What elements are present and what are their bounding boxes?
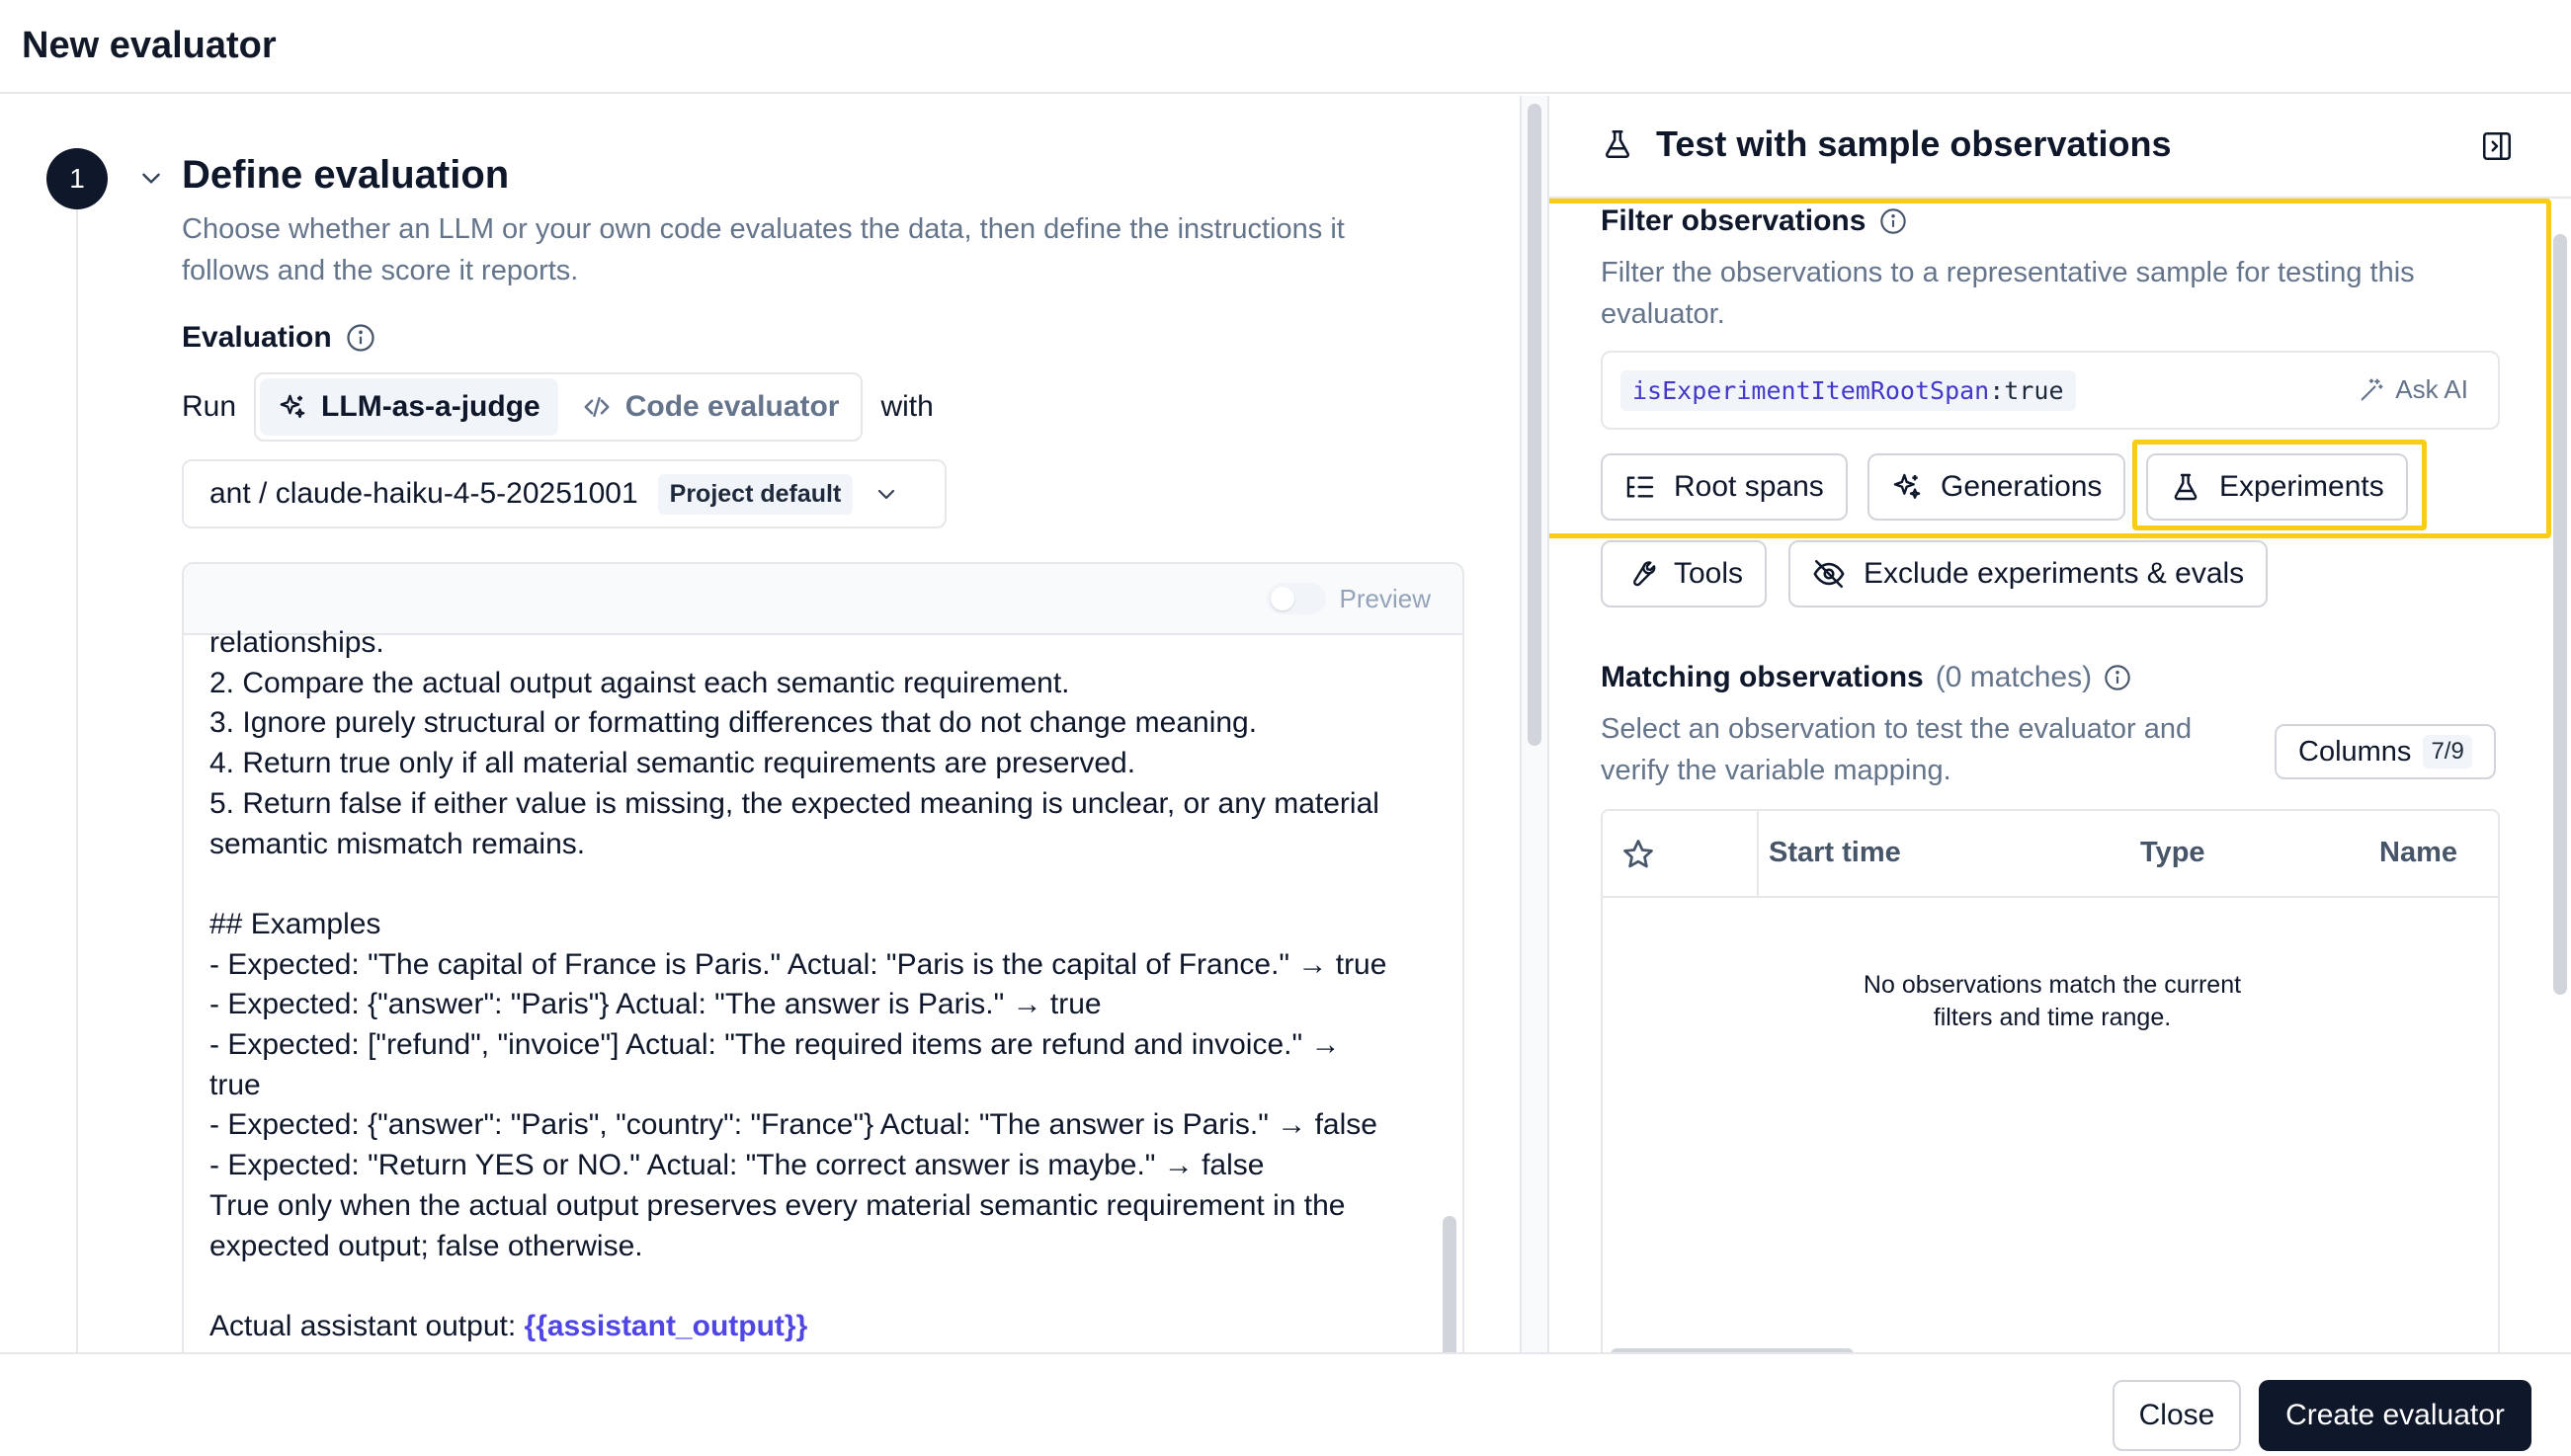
matching-description: Select an observation to test the evalua… <box>1601 713 2193 786</box>
evaluator-type-toggle: LLM-as-a-judge Code evaluator <box>254 372 864 442</box>
filter-title-text: Filter observations <box>1601 204 1866 237</box>
run-row: Run LLM-as-a-judge Code evaluator with <box>182 372 934 442</box>
column-divider <box>1757 811 1759 898</box>
generations-filter-button[interactable]: Generations <box>1867 453 2126 521</box>
tools-label: Tools <box>1674 557 1744 590</box>
flask-icon <box>1601 127 1634 161</box>
editor-scrollbar[interactable] <box>1443 1216 1456 1352</box>
tools-filter-button[interactable]: Tools <box>1601 540 1768 607</box>
sparkles-icon <box>278 392 307 422</box>
columns-label: Columns <box>2298 735 2412 768</box>
test-panel-header: Test with sample observations <box>1601 123 2171 165</box>
list-tree-icon <box>1624 471 1656 503</box>
with-label: with <box>880 390 934 423</box>
star-icon[interactable] <box>1620 837 1656 872</box>
flask-icon <box>2170 471 2201 503</box>
step-number-badge: 1 <box>46 148 108 209</box>
model-value: ant / claude-haiku-4-5-20251001 <box>209 477 638 510</box>
filter-description: Filter the observations to a representat… <box>1601 257 2415 330</box>
header-divider <box>1549 197 2571 199</box>
code-icon <box>582 392 612 422</box>
model-select[interactable]: ant / claude-haiku-4-5-20251001 Project … <box>182 459 947 528</box>
right-pane-scrollbar[interactable] <box>2553 234 2567 995</box>
evaluation-label-text: Evaluation <box>182 321 332 354</box>
empty-state: No observations match the current filter… <box>1603 969 2498 1034</box>
code-evaluator-button[interactable]: Code evaluator <box>564 378 858 436</box>
empty-state-line-1: No observations match the current <box>1863 971 2242 999</box>
matching-title-text: Matching observations <box>1601 661 1924 693</box>
info-icon[interactable] <box>346 323 375 353</box>
section-description: Choose whether an LLM or your own code e… <box>182 213 1345 286</box>
chevron-down-icon[interactable] <box>138 165 164 191</box>
magic-wand-icon <box>2358 376 2385 404</box>
info-icon[interactable] <box>1879 207 1907 235</box>
column-header-name[interactable]: Name <box>2379 837 2457 869</box>
code-evaluator-label: Code evaluator <box>624 390 840 423</box>
observations-table: Start time Type Name No observations mat… <box>1601 809 2500 1352</box>
preview-label: Preview <box>1339 583 1431 613</box>
llm-as-a-judge-label: LLM-as-a-judge <box>321 390 540 423</box>
columns-count-badge: 7/9 <box>2423 735 2472 768</box>
project-default-badge: Project default <box>657 473 854 515</box>
match-count: (0 matches) <box>1935 661 2093 693</box>
preview-toggle[interactable] <box>1266 583 1326 614</box>
run-label: Run <box>182 390 237 423</box>
prompt-text[interactable]: relationships. 2. Compare the actual out… <box>209 623 1435 1347</box>
step-connector <box>76 204 78 1352</box>
sparkles-icon <box>1891 471 1923 503</box>
column-header-start-time[interactable]: Start time <box>1769 837 1901 869</box>
ask-ai-button[interactable]: Ask AI <box>2358 374 2468 405</box>
generations-label: Generations <box>1941 470 2103 503</box>
create-evaluator-button[interactable]: Create evaluator <box>2259 1380 2531 1451</box>
close-button[interactable]: Close <box>2113 1380 2241 1451</box>
experiments-label: Experiments <box>2219 470 2384 503</box>
columns-button[interactable]: Columns 7/9 <box>2275 724 2496 779</box>
matching-observations-title: Matching observations (0 matches) <box>1601 661 2131 694</box>
panel-collapse-icon[interactable] <box>2480 129 2514 163</box>
exclude-experiments-label: Exclude experiments & evals <box>1864 557 2245 590</box>
llm-as-a-judge-button[interactable]: LLM-as-a-judge <box>260 378 558 436</box>
root-spans-label: Root spans <box>1674 470 1824 503</box>
root-spans-filter-button[interactable]: Root spans <box>1601 453 1848 521</box>
left-pane-scrollbar[interactable] <box>1528 104 1541 746</box>
filter-observations-title: Filter observations <box>1601 204 1907 238</box>
top-bar: New evaluator <box>0 0 2571 94</box>
prompt-editor[interactable]: Preview relationships. 2. Compare the ac… <box>182 562 1464 1352</box>
info-icon[interactable] <box>2104 664 2131 691</box>
page-title: New evaluator <box>22 25 277 66</box>
chevron-down-icon <box>874 482 898 506</box>
ask-ai-label: Ask AI <box>2395 374 2468 404</box>
filter-key: isExperimentItemRootSpan <box>1632 375 1990 405</box>
wrench-icon <box>1624 558 1656 590</box>
prompt-lines: relationships. 2. Compare the actual out… <box>209 626 1387 1262</box>
filter-query-input[interactable]: isExperimentItemRootSpan:true Ask AI <box>1601 351 2500 430</box>
evaluation-label: Evaluation <box>182 321 375 355</box>
section-title: Define evaluation <box>182 153 510 197</box>
exclude-experiments-filter-button[interactable]: Exclude experiments & evals <box>1788 540 2269 607</box>
define-evaluation-pane: 1 Define evaluation Choose whether an LL… <box>0 96 1522 1352</box>
experiments-filter-button[interactable]: Experiments <box>2146 453 2408 521</box>
footer: Close Create evaluator <box>0 1352 2571 1456</box>
table-header: Start time Type Name <box>1603 811 2498 898</box>
eye-off-icon <box>1812 557 1846 591</box>
test-panel: Test with sample observations Filter obs… <box>1549 96 2571 1352</box>
column-header-type[interactable]: Type <box>2140 837 2205 869</box>
empty-state-line-2: filters and time range. <box>1933 1004 2172 1031</box>
prompt-last-line-prefix: Actual assistant output: <box>209 1309 525 1342</box>
filter-chip[interactable]: isExperimentItemRootSpan:true <box>1620 369 2076 411</box>
filter-value: :true <box>1989 375 2064 405</box>
test-panel-title: Test with sample observations <box>1656 123 2172 164</box>
template-variable: {{assistant_output}} <box>524 1309 808 1342</box>
